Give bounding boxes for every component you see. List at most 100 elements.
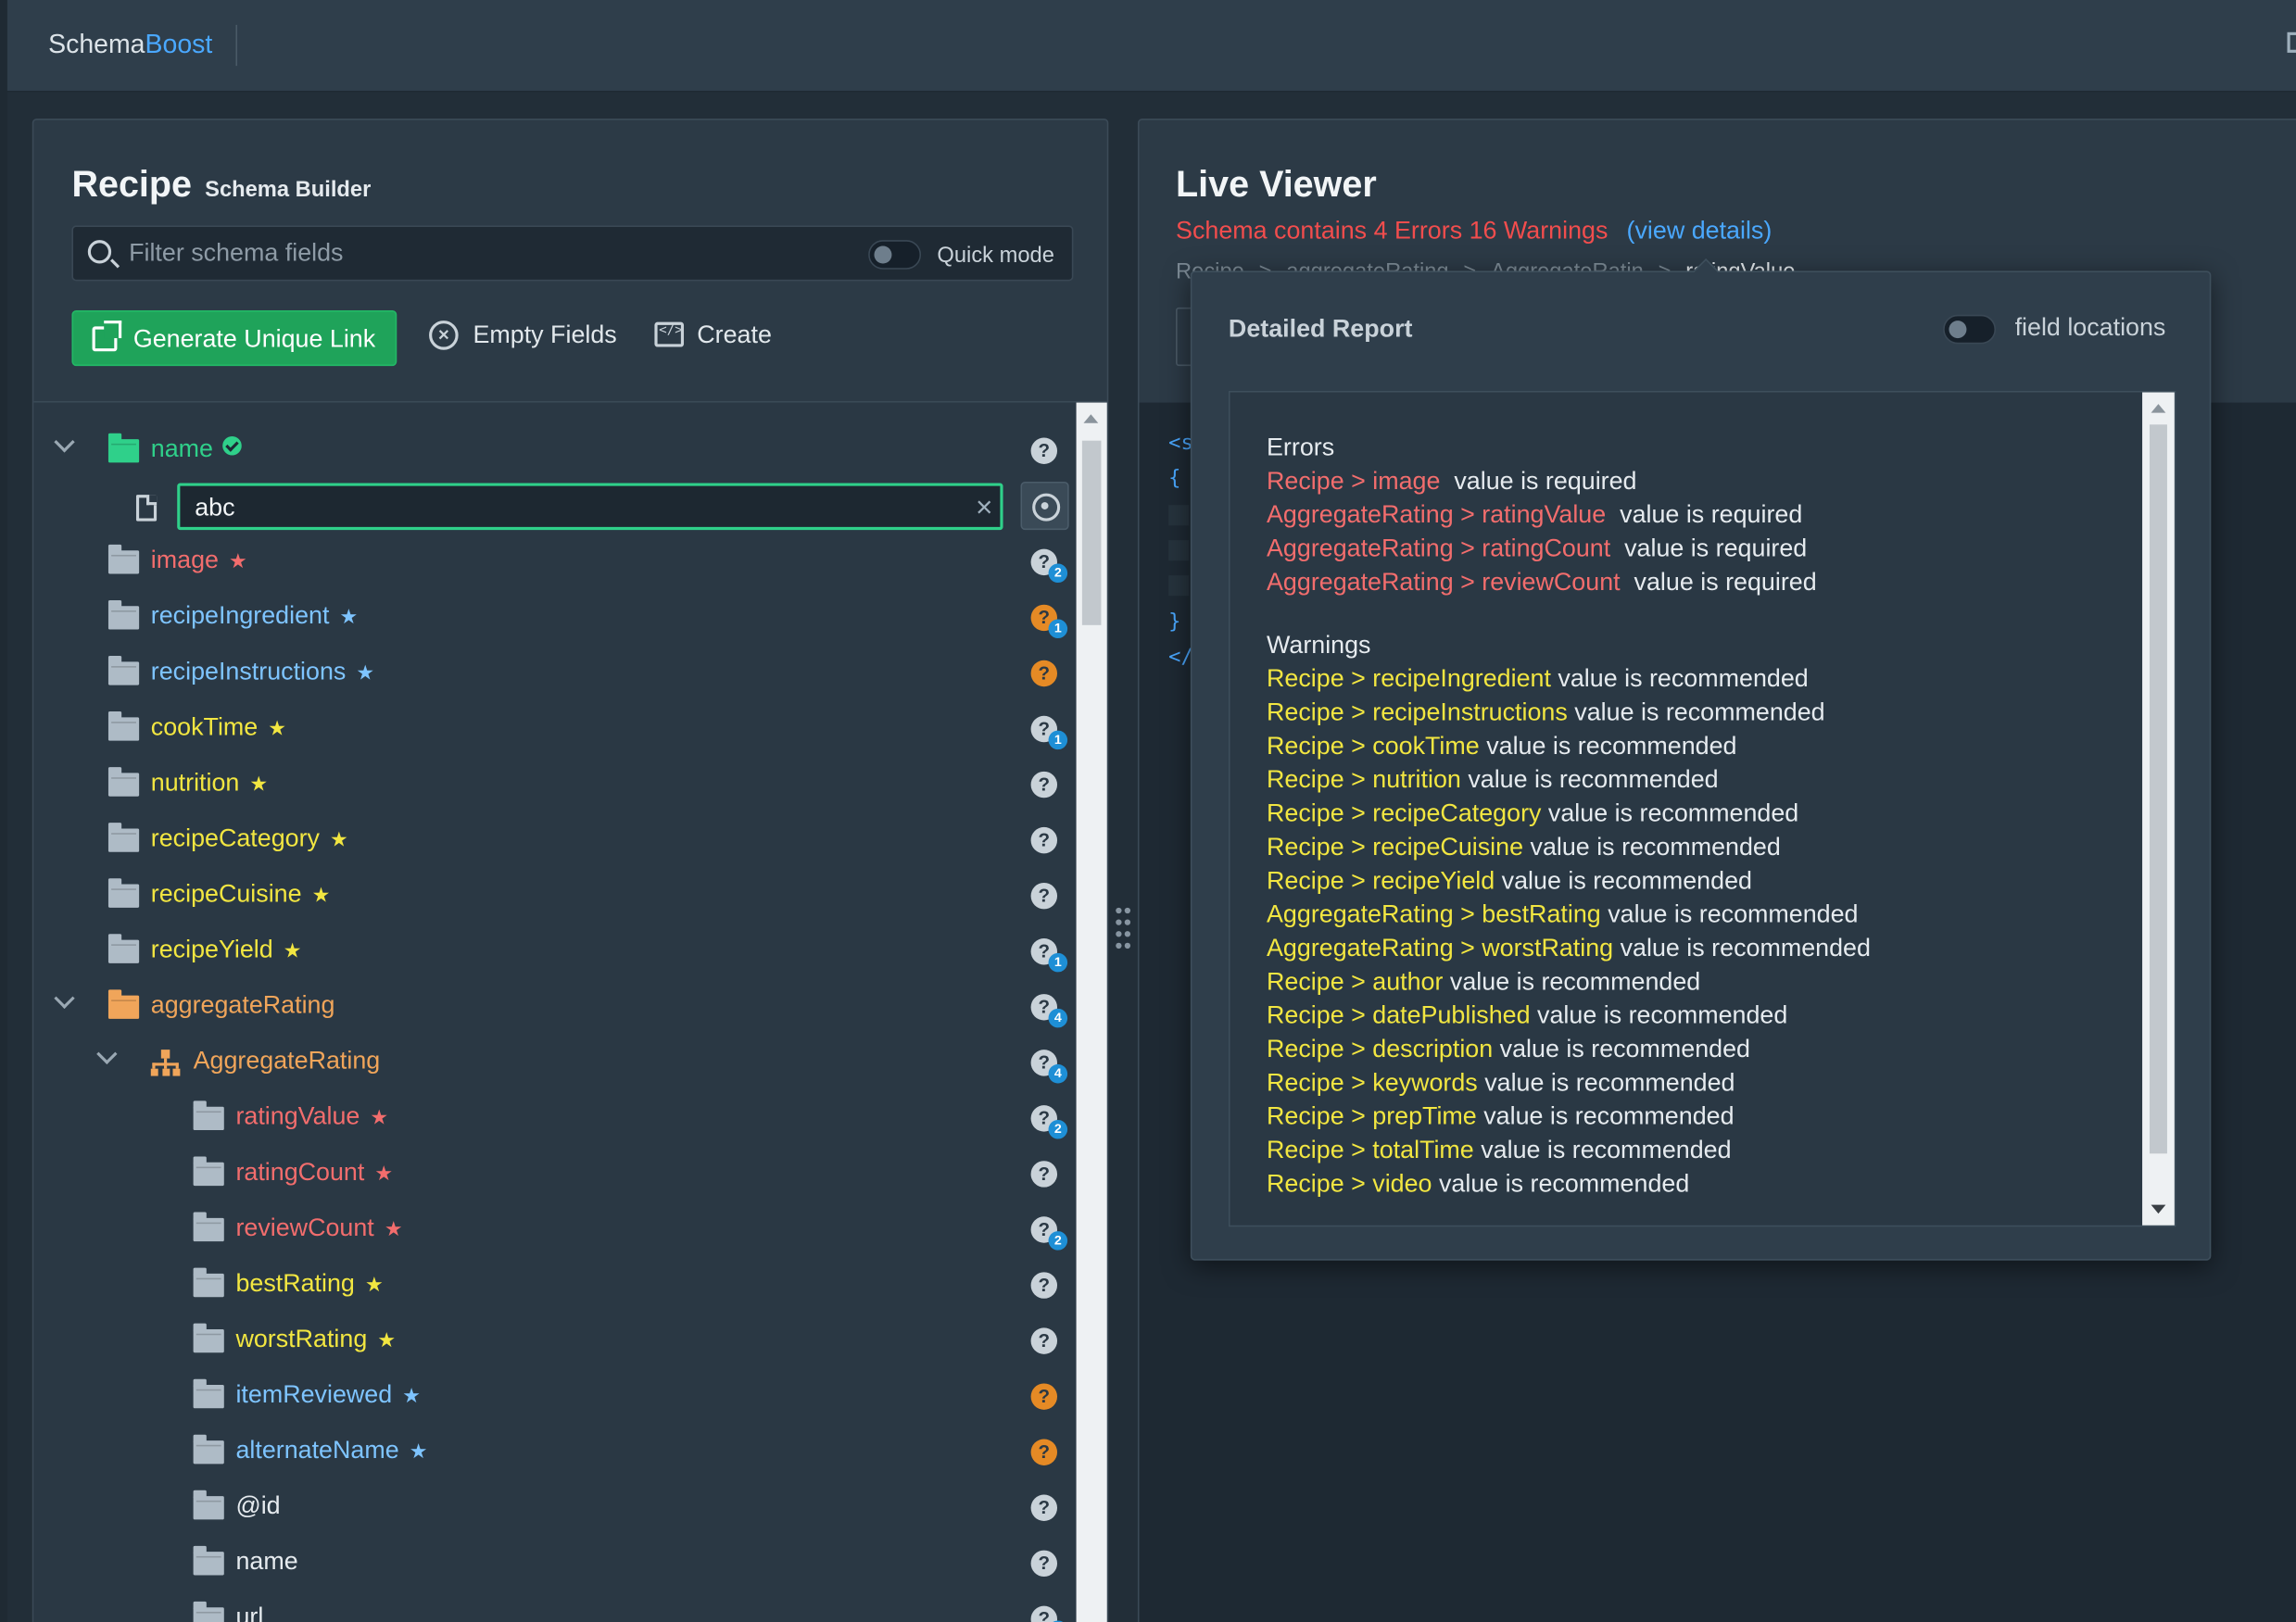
help-icon[interactable]: ? <box>1030 1605 1058 1622</box>
scroll-up-arrow-icon[interactable] <box>1083 414 1099 423</box>
warning-item[interactable]: Recipe > author value is recommended <box>1267 964 2130 998</box>
warning-item[interactable]: Recipe > recipeInstructions value is rec… <box>1267 696 2130 729</box>
tree-row-nutrition[interactable]: nutrition ★ ? <box>33 757 1076 812</box>
warning-path: Recipe > cookTime <box>1267 732 1480 761</box>
scroll-down-arrow-icon[interactable] <box>2151 1204 2166 1214</box>
name-value-input[interactable] <box>195 492 927 524</box>
tree-row-label: ratingValue ★ <box>235 1102 388 1132</box>
chevron-down-icon[interactable] <box>96 1047 117 1067</box>
tree-row-name-2[interactable]: name ? <box>33 1536 1076 1591</box>
report-scrollbar[interactable] <box>2142 392 2175 1226</box>
warning-message: value is recommended <box>1558 664 1809 693</box>
code-line: } <box>1168 610 1181 635</box>
tree-row-recipecuisine[interactable]: recipeCuisine ★ ? <box>33 868 1076 924</box>
help-icon[interactable]: ? <box>1030 1383 1058 1410</box>
panel-resize-handle[interactable] <box>1116 907 1131 951</box>
star-icon: ★ <box>311 882 331 907</box>
warning-item[interactable]: Recipe > recipeYield value is recommende… <box>1267 863 2130 897</box>
generate-button-label: Generate Unique Link <box>132 324 376 353</box>
help-icon[interactable]: ? <box>1030 826 1058 854</box>
chevron-down-icon[interactable] <box>54 991 74 1012</box>
tree-row-alternatename[interactable]: alternateName ★ ? <box>33 1425 1076 1480</box>
warning-message: value is recommended <box>1486 732 1737 761</box>
help-icon[interactable]: ? <box>1030 660 1058 687</box>
field-locations-toggle[interactable] <box>1943 314 1997 345</box>
tree-row-label: aggregateRating <box>150 990 335 1019</box>
warning-item[interactable]: AggregateRating > bestRating value is re… <box>1267 898 2130 931</box>
tree-row-recipeyield[interactable]: recipeYield ★ ? 1 <box>33 924 1076 979</box>
create-label: Create <box>697 321 772 349</box>
help-icon[interactable]: ? <box>1030 882 1058 910</box>
tree-scrollbar[interactable] <box>1076 402 1107 1622</box>
error-item[interactable]: Recipe > image value is required <box>1267 464 2130 497</box>
error-item[interactable]: AggregateRating > ratingValue value is r… <box>1267 497 2130 531</box>
folder-icon <box>107 989 140 1019</box>
warning-item[interactable]: Recipe > totalTime value is recommended <box>1267 1133 2130 1166</box>
tree-row-recipecategory[interactable]: recipeCategory ★ ? <box>33 812 1076 868</box>
warning-item[interactable]: Recipe > recipeCuisine value is recommen… <box>1267 830 2130 863</box>
filter-schema-input[interactable] <box>129 235 832 271</box>
tree-row-bestrating[interactable]: bestRating ★ ? <box>33 1258 1076 1314</box>
app-brand[interactable]: SchemaBoost <box>48 30 212 60</box>
error-item[interactable]: AggregateRating > reviewCount value is r… <box>1267 565 2130 598</box>
file-icon <box>135 495 158 522</box>
hierarchy-icon <box>150 1050 181 1076</box>
scroll-up-arrow-icon[interactable] <box>2151 404 2166 413</box>
warning-path: Recipe > totalTime <box>1267 1136 1474 1164</box>
warning-item[interactable]: Recipe > recipeCategory value is recomme… <box>1267 797 2130 830</box>
warning-item[interactable]: Recipe > recipeIngredient value is recom… <box>1267 661 2130 695</box>
tree-row-id[interactable]: @id ? <box>33 1480 1076 1536</box>
warning-item[interactable]: Recipe > video value is recommended <box>1267 1167 2130 1201</box>
warning-item[interactable]: Recipe > keywords value is recommended <box>1267 1066 2130 1100</box>
warning-path: Recipe > recipeInstructions <box>1267 698 1568 726</box>
tree-row-label: name <box>235 1547 298 1576</box>
tree-row-itemreviewed[interactable]: itemReviewed ★ ? <box>33 1369 1076 1425</box>
folder-icon <box>107 934 140 963</box>
warning-message: value is recommended <box>1620 934 1871 962</box>
help-icon[interactable]: ? <box>1030 437 1058 464</box>
scrollbar-thumb[interactable] <box>1081 440 1102 625</box>
warning-item[interactable]: Recipe > datePublished value is recommen… <box>1267 999 2130 1032</box>
tree-row-ratingcount[interactable]: ratingCount ★ ? <box>33 1146 1076 1201</box>
tree-row-reviewcount[interactable]: reviewCount ★ ? 2 <box>33 1201 1076 1257</box>
warning-item[interactable]: Recipe > prepTime value is recommended <box>1267 1100 2130 1133</box>
warning-item[interactable]: Recipe > description value is recommende… <box>1267 1032 2130 1065</box>
folder-icon <box>193 1100 224 1131</box>
chevron-down-icon[interactable] <box>54 434 74 455</box>
error-path: AggregateRating > ratingCount <box>1267 534 1611 562</box>
tree-row-image[interactable]: image ★ ? 2 <box>33 534 1076 590</box>
quick-mode-toggle[interactable] <box>868 240 922 270</box>
warning-item[interactable]: AggregateRating > worstRating value is r… <box>1267 931 2130 964</box>
field-name: nutrition <box>150 768 240 797</box>
tree-row-label: AggregateRating <box>193 1046 381 1075</box>
generate-unique-link-button[interactable]: Generate Unique Link <box>71 310 397 367</box>
view-details-link[interactable]: (view details) <box>1627 217 1772 245</box>
help-icon[interactable]: ? <box>1030 1327 1058 1354</box>
schema-tree: name ? × image★ ? 2 recipeIngredie <box>33 402 1077 1622</box>
tree-row-aggregaterating-type[interactable]: AggregateRating ? 4 <box>33 1035 1076 1090</box>
help-icon[interactable]: ? <box>1030 1161 1058 1188</box>
warning-item[interactable]: Recipe > nutrition value is recommended <box>1267 762 2130 796</box>
window-icon[interactable] <box>2287 31 2296 53</box>
empty-fields-label: Empty Fields <box>473 321 617 349</box>
help-icon[interactable]: ? <box>1030 771 1058 798</box>
tree-row-ratingvalue[interactable]: ratingValue ★ ? 2 <box>33 1090 1076 1146</box>
tree-row-recipeinstructions[interactable]: recipeInstructions ★ ? <box>33 646 1076 701</box>
tree-row-url[interactable]: url ? 1 <box>33 1591 1076 1622</box>
tree-row-recipeingredient[interactable]: recipeIngredient ★ ? 1 <box>33 590 1076 646</box>
help-icon[interactable]: ? <box>1030 1439 1058 1465</box>
error-item[interactable]: AggregateRating > ratingCount value is r… <box>1267 532 2130 565</box>
tree-row-label: url <box>235 1603 264 1622</box>
help-icon[interactable]: ? <box>1030 1494 1058 1521</box>
tree-row-cooktime[interactable]: cookTime ★ ? 1 <box>33 701 1076 757</box>
help-icon[interactable]: ? <box>1030 1550 1058 1578</box>
tree-row-worstrating[interactable]: worstRating ★ ? <box>33 1314 1076 1369</box>
filter-bar: Quick mode <box>71 225 1074 282</box>
tree-row-name[interactable]: name ? <box>33 423 1076 479</box>
tree-row-aggregaterating[interactable]: aggregateRating ? 4 <box>33 979 1076 1035</box>
help-icon[interactable]: ? <box>1030 1272 1058 1299</box>
clear-icon[interactable]: × <box>976 492 992 524</box>
warning-item[interactable]: Recipe > cookTime value is recommended <box>1267 729 2130 762</box>
locate-field-button[interactable] <box>1020 481 1069 531</box>
scrollbar-thumb[interactable] <box>2149 424 2167 1154</box>
